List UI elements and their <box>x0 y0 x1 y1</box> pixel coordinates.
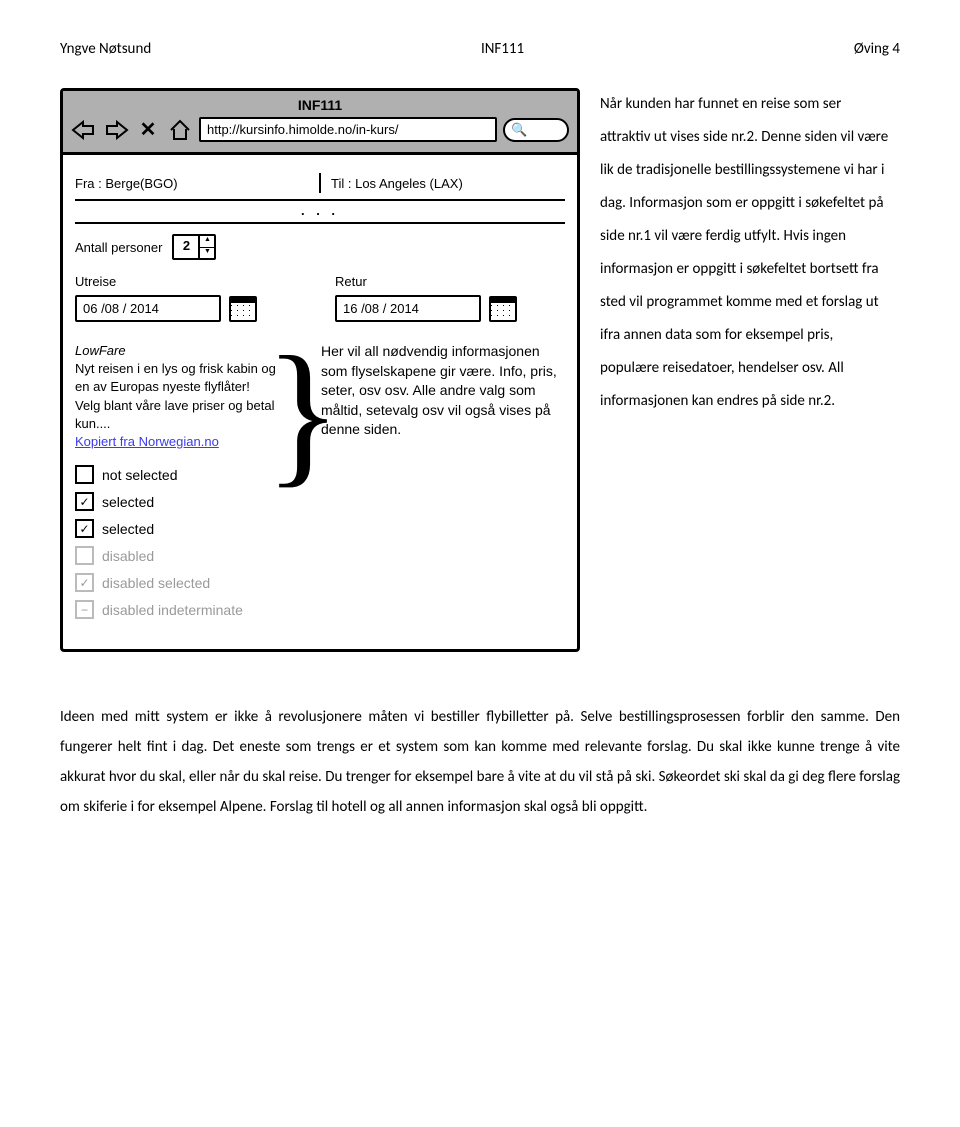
page-header: Yngve Nøtsund INF111 Øving 4 <box>60 40 900 58</box>
mockup-body: Fra : Berge(BGO) Til : Los Angeles (LAX)… <box>63 155 577 649</box>
route-separator <box>319 173 321 193</box>
checkbox-icon <box>75 546 94 565</box>
header-left: Yngve Nøtsund <box>60 40 151 58</box>
header-right: Øving 4 <box>854 40 900 58</box>
checkbox-label: not selected <box>102 467 178 483</box>
fare-line1: Nyt reisen i en lys og frisk kabin og en… <box>75 360 285 396</box>
checkbox-icon: − <box>75 600 94 619</box>
checkbox-icon[interactable]: ✓ <box>75 492 94 511</box>
annotation-text: Her vil all nødvendig informasjonen som … <box>321 342 565 440</box>
search-box[interactable]: 🔍 <box>503 118 569 142</box>
checkbox-icon[interactable] <box>75 465 94 484</box>
side-paragraph: Når kunden har funnet en reise som ser a… <box>600 88 890 418</box>
outbound-label: Utreise <box>75 274 305 289</box>
return-label: Retur <box>335 274 565 289</box>
persons-label: Antall personer <box>75 240 162 255</box>
header-center: INF111 <box>481 40 524 58</box>
stepper-up-icon[interactable]: ▲ <box>200 236 214 248</box>
return-date-input[interactable]: 16 /08 / 2014 <box>335 295 481 322</box>
checkbox-list: not selected ✓ selected ✓ selected di <box>75 465 285 619</box>
to-label: Til : <box>331 176 351 191</box>
outbound-date-input[interactable]: 06 /08 / 2014 <box>75 295 221 322</box>
to-value[interactable]: Los Angeles (LAX) <box>355 176 463 191</box>
fare-line2: Velg blant våre lave priser og betal kun… <box>75 397 285 433</box>
route-expand-dots[interactable]: . . . <box>75 203 565 224</box>
persons-value: 2 <box>174 236 200 258</box>
forward-icon[interactable] <box>103 118 129 142</box>
checkbox-row[interactable]: not selected <box>75 465 285 484</box>
dates-row: Utreise 06 /08 / 2014 Retur 16 /08 / 201… <box>75 274 565 322</box>
checkbox-row: − disabled indeterminate <box>75 600 285 619</box>
persons-row: Antall personer 2 ▲ ▼ <box>75 234 565 260</box>
calendar-icon[interactable] <box>489 296 517 322</box>
browser-mockup: INF111 ✕ http://kursinfo.himolde.no/in-k… <box>60 88 580 652</box>
checkbox-icon: ✓ <box>75 573 94 592</box>
close-icon[interactable]: ✕ <box>135 118 161 142</box>
home-icon[interactable] <box>167 118 193 142</box>
footer-paragraph: Ideen med mitt system er ikke å revolusj… <box>60 702 900 822</box>
checkbox-row: disabled <box>75 546 285 565</box>
persons-stepper[interactable]: 2 ▲ ▼ <box>172 234 216 260</box>
checkbox-label: disabled indeterminate <box>102 602 243 618</box>
checkbox-label: selected <box>102 521 154 537</box>
from-label: Fra : <box>75 176 102 191</box>
checkbox-row: ✓ disabled selected <box>75 573 285 592</box>
checkbox-label: disabled selected <box>102 575 210 591</box>
calendar-icon[interactable] <box>229 296 257 322</box>
stepper-down-icon[interactable]: ▼ <box>200 248 214 259</box>
browser-title: INF111 <box>71 97 569 113</box>
fare-box: LowFare Nyt reisen i en lys og frisk kab… <box>75 342 285 451</box>
checkbox-row[interactable]: ✓ selected <box>75 492 285 511</box>
checkbox-label: selected <box>102 494 154 510</box>
fare-source-link[interactable]: Kopiert fra Norwegian.no <box>75 433 285 451</box>
url-input[interactable]: http://kursinfo.himolde.no/in-kurs/ <box>199 117 497 142</box>
checkbox-row[interactable]: ✓ selected <box>75 519 285 538</box>
search-icon: 🔍 <box>511 122 527 138</box>
browser-chrome: INF111 ✕ http://kursinfo.himolde.no/in-k… <box>63 91 577 155</box>
from-value[interactable]: Berge(BGO) <box>105 176 177 191</box>
checkbox-label: disabled <box>102 548 154 564</box>
fare-title: LowFare <box>75 342 285 360</box>
route-row: Fra : Berge(BGO) Til : Los Angeles (LAX) <box>75 169 565 201</box>
curly-brace-icon: } <box>293 342 313 619</box>
back-icon[interactable] <box>71 118 97 142</box>
checkbox-icon[interactable]: ✓ <box>75 519 94 538</box>
